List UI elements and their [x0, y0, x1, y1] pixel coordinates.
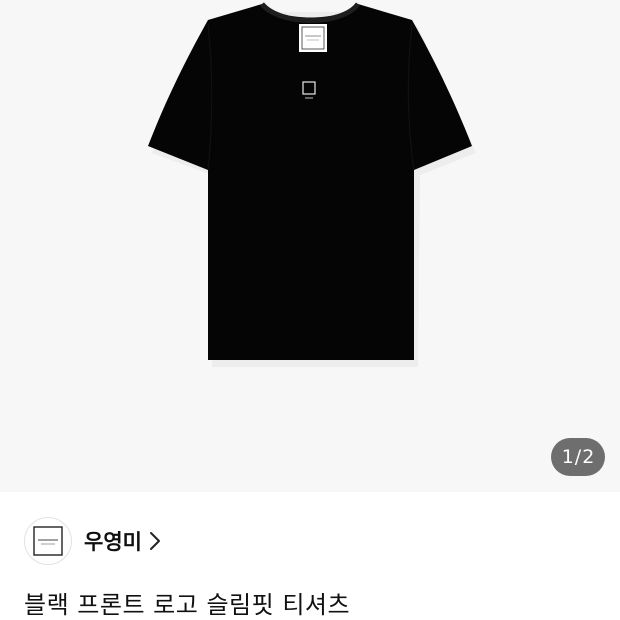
- image-page-counter: 1/2: [551, 438, 605, 476]
- total-pages: 2: [582, 446, 595, 468]
- current-page: 1: [561, 446, 574, 468]
- chevron-right-icon[interactable]: [148, 530, 162, 552]
- t-shirt-shape: [148, 4, 472, 360]
- seller-avatar[interactable]: [24, 517, 72, 565]
- seller-link[interactable]: 우영미: [24, 516, 162, 566]
- product-image-gallery[interactable]: 1/2: [0, 0, 620, 492]
- seller-name[interactable]: 우영미: [84, 526, 142, 556]
- product-image[interactable]: [0, 0, 620, 492]
- neck-label: [299, 24, 327, 52]
- page-separator: /: [574, 446, 582, 468]
- brand-logo-icon: [33, 526, 63, 556]
- product-title: 블랙 프론트 로고 슬림핏 티셔츠: [24, 591, 351, 619]
